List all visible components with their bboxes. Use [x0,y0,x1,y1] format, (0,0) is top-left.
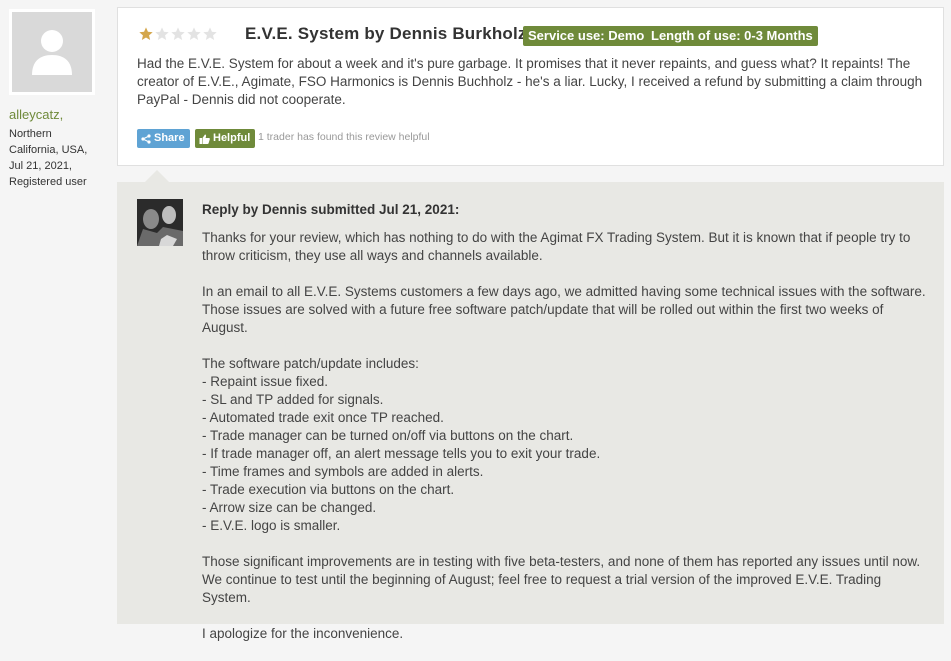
reply-paragraph-3: Those significant improvements are in te… [202,554,921,605]
star-empty-icon [187,27,201,40]
share-icon [141,133,151,144]
reviewer-location-line1: Northern [9,128,52,140]
user-silhouette-icon [32,30,72,75]
share-button[interactable]: Share [137,129,190,148]
review-title[interactable]: E.V.E. System by Dennis Burkholz [245,24,527,44]
list-item: - SL and TP added for signals. [202,392,384,407]
star-empty-icon [171,27,185,40]
replier-photo-icon [137,199,183,246]
star-empty-icon [155,27,169,40]
helpful-count-note: 1 trader has found this review helpful [258,131,430,143]
replier-avatar [137,199,183,246]
helpful-button[interactable]: Helpful [195,129,256,148]
review-body: Had the E.V.E. System for about a week a… [137,56,923,107]
reviewer-name[interactable]: alleycatz, [9,107,63,122]
list-item: - Arrow size can be changed. [202,500,377,515]
star-filled-icon [139,27,153,40]
badge-length-of-use: Length of use: 0-3 Months [646,26,818,46]
list-item: - Repaint issue fixed. [202,374,329,389]
reviewer-location-line2: California, USA, [9,144,88,156]
reply-list-intro: The software patch/update includes: [202,356,419,371]
review-date: Jul 21, 2021, [9,160,72,172]
list-item: - Automated trade exit once TP reached. [202,410,444,425]
star-rating [138,26,218,42]
thumbs-up-icon [199,134,210,144]
reply-update-list: - Repaint issue fixed. - SL and TP added… [202,373,932,535]
user-avatar [9,9,95,95]
share-label: Share [154,132,185,144]
reviewer-role: Registered user [9,176,87,188]
list-item: - Trade manager can be turned on/off via… [202,428,574,443]
helpful-label: Helpful [213,132,251,144]
reply-paragraph-2: In an email to all E.V.E. Systems custom… [202,284,926,335]
reply-body: Thanks for your review, which has nothin… [202,229,932,661]
star-empty-icon [203,27,217,40]
reply-card: Reply by Dennis submitted Jul 21, 2021: … [117,170,944,641]
badge-service-use: Service use: Demo [523,26,650,46]
reviewer-meta: Northern California, USA, Jul 21, 2021, … [9,126,109,190]
reply-heading: Reply by Dennis submitted Jul 21, 2021: [202,202,460,217]
list-item: - If trade manager off, an alert message… [202,446,601,461]
reply-paragraph-4: I apologize for the inconvenience. [202,626,404,641]
reply-paragraph-1: Thanks for your review, which has nothin… [202,230,911,263]
list-item: - Trade execution via buttons on the cha… [202,482,455,497]
list-item: - Time frames and symbols are added in a… [202,464,484,479]
review-card: E.V.E. System by Dennis Burkholz Service… [117,7,944,166]
list-item: - E.V.E. logo is smaller. [202,518,341,533]
